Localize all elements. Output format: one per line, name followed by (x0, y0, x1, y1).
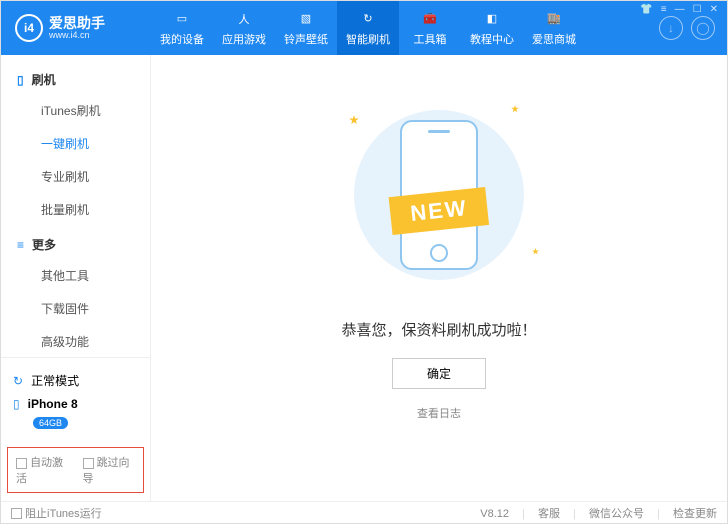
wechat-link[interactable]: 微信公众号 (589, 508, 644, 520)
status-bar: 阻止iTunes运行 V8.12 | 客服 | 微信公众号 | 检查更新 (1, 501, 727, 523)
opt-skip-guide[interactable]: 跳过向导 (83, 454, 136, 486)
ok-button[interactable]: 确定 (392, 358, 486, 389)
sidebar-section-more: ≡更多 (1, 226, 150, 259)
version-label: V8.12 (480, 508, 509, 520)
status-mode: ↻正常模式 (13, 368, 138, 393)
brand-name: 爱思助手 (49, 16, 105, 30)
brand-url: www.i4.cn (49, 30, 105, 40)
apps-icon: 人 (235, 10, 253, 28)
list-icon: ≡ (17, 238, 24, 252)
sidebar: ▯刷机 iTunes刷机 一键刷机 专业刷机 批量刷机 ≡更多 其他工具 下载固… (1, 55, 151, 501)
opt-auto-activate[interactable]: 自动激活 (16, 454, 69, 486)
topbar-actions: ↓ ◯ (659, 16, 727, 40)
tab-store[interactable]: 🏬爱思商城 (523, 1, 585, 55)
phone-small-icon: ▯ (13, 397, 20, 411)
tab-my-device[interactable]: ▭我的设备 (151, 1, 213, 55)
sidebar-item-other-tools[interactable]: 其他工具 (1, 259, 150, 292)
store-icon: 🏬 (545, 10, 563, 28)
sidebar-item-oneclick-flash[interactable]: 一键刷机 (1, 127, 150, 160)
tab-tutorials[interactable]: ◧教程中心 (461, 1, 523, 55)
support-link[interactable]: 客服 (538, 508, 560, 520)
sidebar-section-flash: ▯刷机 (1, 61, 150, 94)
success-illustration: NEW (329, 95, 549, 295)
sidebar-item-batch-flash[interactable]: 批量刷机 (1, 193, 150, 226)
maximize-icon[interactable]: ☐ (693, 4, 702, 15)
tab-ringtones[interactable]: ▧铃声壁纸 (275, 1, 337, 55)
toolbox-icon: 🧰 (421, 10, 439, 28)
sidebar-item-pro-flash[interactable]: 专业刷机 (1, 160, 150, 193)
download-icon[interactable]: ↓ (659, 16, 683, 40)
user-icon[interactable]: ◯ (691, 16, 715, 40)
success-message: 恭喜您，保资料刷机成功啦！ (341, 319, 536, 340)
sidebar-item-itunes-flash[interactable]: iTunes刷机 (1, 94, 150, 127)
minimize-icon[interactable]: — (675, 4, 685, 15)
view-log-link[interactable]: 查看日志 (417, 405, 461, 421)
logo-icon: i4 (15, 14, 43, 42)
sidebar-item-download-firmware[interactable]: 下载固件 (1, 292, 150, 325)
tab-toolbox[interactable]: 🧰工具箱 (399, 1, 461, 55)
sidebar-status: ↻正常模式 ▯iPhone 8 64GB (1, 357, 150, 439)
device-icon: ▭ (173, 10, 191, 28)
options-box: 自动激活 跳过向导 (7, 447, 144, 493)
top-bar: 👕 ≡ — ☐ ✕ i4 爱思助手 www.i4.cn ▭我的设备 人应用游戏 … (1, 1, 727, 55)
sync-icon: ↻ (13, 374, 23, 388)
close-icon[interactable]: ✕ (710, 4, 718, 15)
image-icon: ▧ (297, 10, 315, 28)
tab-flash[interactable]: ↻智能刷机 (337, 1, 399, 55)
sidebar-item-advanced[interactable]: 高级功能 (1, 325, 150, 357)
main-panel: NEW 恭喜您，保资料刷机成功啦！ 确定 查看日志 (151, 55, 727, 501)
block-itunes-checkbox[interactable]: 阻止iTunes运行 (11, 505, 102, 521)
book-icon: ◧ (483, 10, 501, 28)
brand: i4 爱思助手 www.i4.cn (1, 14, 151, 42)
menu-icon[interactable]: ≡ (661, 4, 667, 15)
status-device: ▯iPhone 8 (13, 393, 138, 415)
nav-tabs: ▭我的设备 人应用游戏 ▧铃声壁纸 ↻智能刷机 🧰工具箱 ◧教程中心 🏬爱思商城 (151, 1, 659, 55)
tshirt-icon[interactable]: 👕 (640, 4, 652, 15)
window-controls: 👕 ≡ — ☐ ✕ (640, 4, 718, 15)
update-link[interactable]: 检查更新 (673, 508, 717, 520)
phone-icon: ▯ (17, 73, 24, 87)
storage-badge: 64GB (33, 417, 68, 429)
tab-apps[interactable]: 人应用游戏 (213, 1, 275, 55)
refresh-icon: ↻ (359, 10, 377, 28)
